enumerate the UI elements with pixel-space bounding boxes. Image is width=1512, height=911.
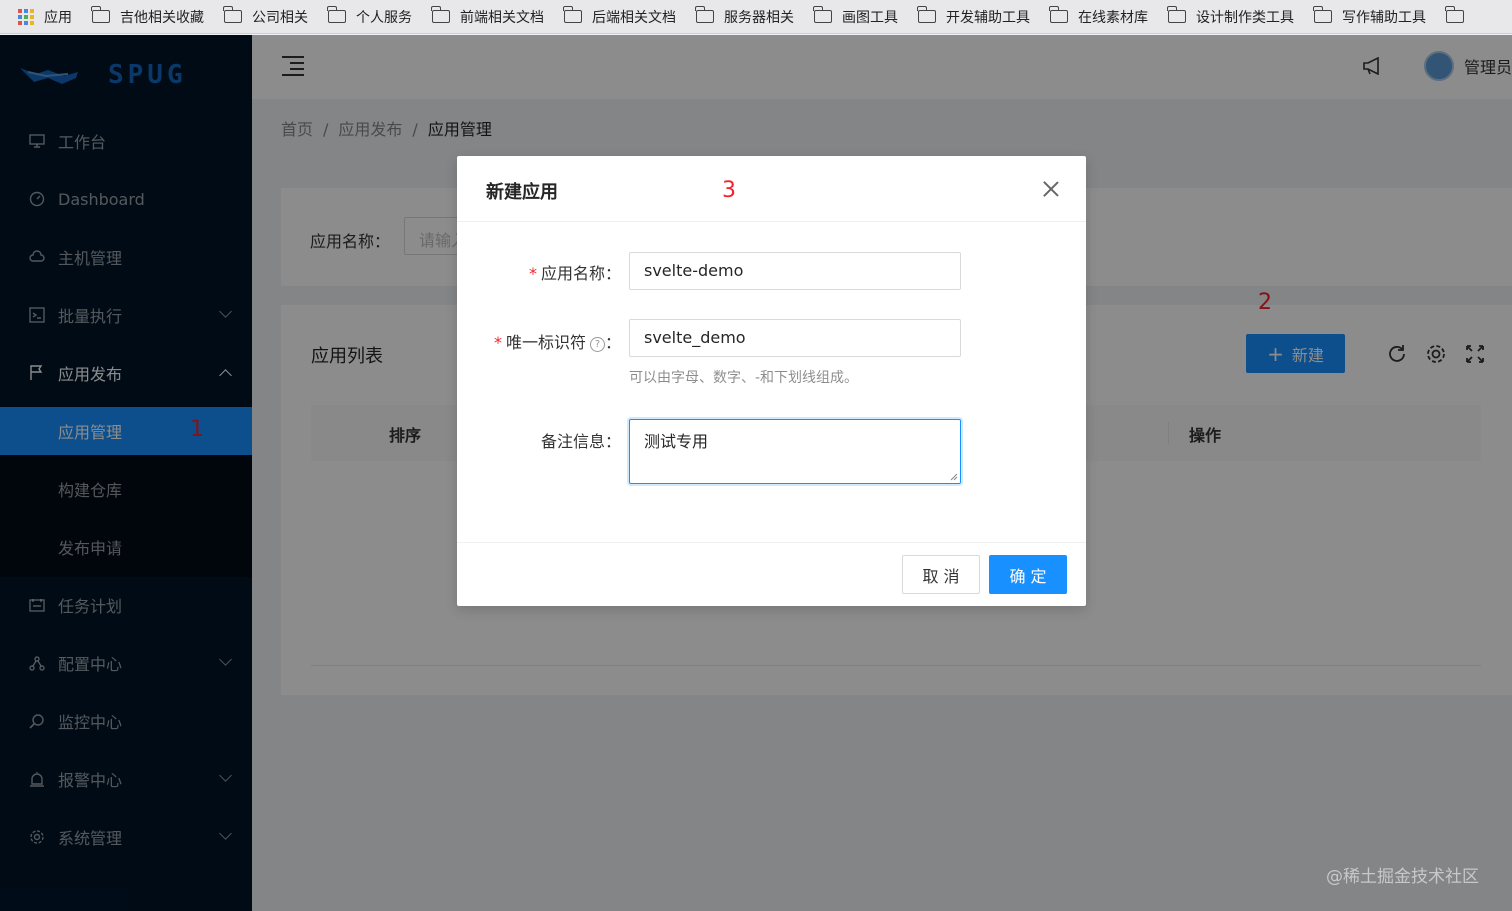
bookmark-folder[interactable]: 开发辅助工具 [917,6,1030,27]
name-field-label: * 应用名称： [517,260,621,284]
app-key-input[interactable]: svelte_demo [629,319,961,357]
apps-grid-icon [18,8,34,25]
key-help-text: 可以由字母、数字、-和下划线组成。 [629,370,859,386]
annotation-3: 3 [722,178,736,203]
label-colon: ： [604,333,621,352]
bookmark-label: 画图工具 [842,9,898,26]
bookmark-folder[interactable]: 在线素材库 [1049,6,1148,27]
cancel-button[interactable]: 取 消 [902,555,980,594]
modal-footer: 取 消 确 定 [457,542,1086,606]
desc-field-label: 备注信息： [540,432,621,451]
folder-icon [1167,6,1186,23]
close-icon[interactable] [1043,181,1059,197]
bookmark-folder[interactable]: 吉他相关收藏 [91,6,204,27]
bookmark-label: 应用 [44,9,72,26]
question-circle-icon[interactable]: ? [589,337,605,352]
bookmark-label: 吉他相关收藏 [120,9,204,26]
ok-button[interactable]: 确 定 [989,555,1067,594]
bookmark-label: 后端相关文档 [592,9,676,26]
required-mark: * [493,333,502,352]
folder-icon [813,6,832,23]
bookmark-folder[interactable]: 公司相关 [223,6,308,27]
folder-icon [695,6,714,23]
bookmark-folder[interactable]: 画图工具 [813,6,898,27]
folder-icon [563,6,582,23]
label-text: 应用名称： [540,264,621,283]
watermark: @稀土掘金技术社区 [1326,867,1479,887]
folder-icon [431,6,450,23]
bookmark-label: 个人服务 [356,9,412,26]
bookmark-label: 开发辅助工具 [946,9,1030,26]
key-field-label: * 唯一标识符?： [477,329,621,353]
resize-handle-icon[interactable] [950,473,958,481]
bookmark-folder[interactable]: 写作辅助工具 [1313,6,1426,27]
bookmark-folder[interactable]: 前端相关文档 [431,6,544,27]
bookmark-label: 前端相关文档 [460,9,544,26]
bookmark-apps[interactable]: 应用 [18,7,72,27]
new-app-modal: 新建应用 3 * 应用名称： svelte-demo * 唯一标识符?： svelt… [457,156,1086,606]
folder-icon [917,6,936,23]
bookmark-label: 设计制作类工具 [1196,9,1294,26]
folder-icon [1313,6,1332,23]
bookmark-folder-overflow[interactable] [1445,6,1474,23]
folder-icon [223,6,242,23]
app-name-input[interactable]: svelte-demo [629,252,961,290]
modal-title: 新建应用 [486,182,558,203]
bookmark-label: 在线素材库 [1078,9,1148,26]
bookmark-folder[interactable]: 后端相关文档 [563,6,676,27]
bookmark-label: 写作辅助工具 [1342,9,1426,26]
bookmark-folder[interactable]: 设计制作类工具 [1167,6,1294,27]
folder-icon [1445,6,1464,23]
modal-header: 新建应用 3 [457,156,1086,222]
folder-icon [91,6,110,23]
required-mark: * [528,264,537,283]
textarea-value: 测试专用 [644,432,709,451]
bookmark-folder[interactable]: 个人服务 [327,6,412,27]
app-desc-textarea[interactable]: 测试专用 [629,419,961,484]
bookmarks-bar: 应用 吉他相关收藏 公司相关 个人服务 前端相关文档 后端相关文档 服务器相关 … [0,0,1512,34]
folder-icon [1049,6,1068,23]
bookmark-label: 公司相关 [252,9,308,26]
folder-icon [327,6,346,23]
bookmark-folder[interactable]: 服务器相关 [695,6,794,27]
label-text: 唯一标识符 [505,333,586,352]
bookmark-label: 服务器相关 [724,9,794,26]
